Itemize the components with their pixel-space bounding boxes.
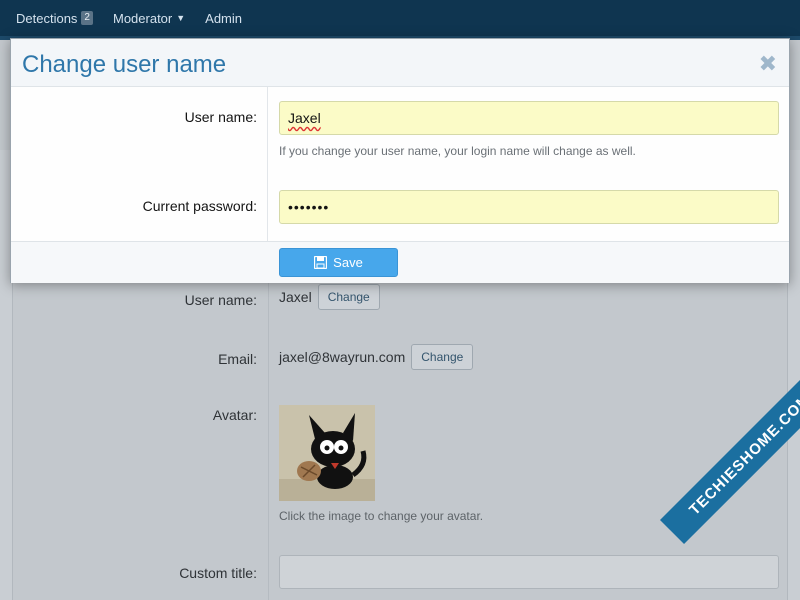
- username-hint: If you change your user name, your login…: [279, 144, 636, 158]
- dialog-footer: Save: [11, 241, 789, 283]
- bg-email-value-row: jaxel@8wayrun.com Change: [279, 344, 474, 370]
- custom-title-input[interactable]: [279, 555, 779, 589]
- dialog-header: Change user name ✖: [11, 39, 789, 87]
- detections-count-badge: 2: [81, 11, 93, 25]
- nav-admin[interactable]: Admin: [205, 11, 242, 26]
- form-column-divider: [267, 87, 268, 241]
- bg-email-value: jaxel@8wayrun.com: [279, 349, 406, 365]
- change-username-button[interactable]: Change: [317, 284, 380, 310]
- password-input-value: •••••••: [288, 199, 330, 215]
- bg-username-value-row: Jaxel Change: [279, 284, 380, 310]
- cat-avatar-icon: [279, 405, 375, 501]
- close-icon[interactable]: ✖: [759, 51, 777, 77]
- dialog-title: Change user name: [22, 51, 227, 78]
- nav-moderator[interactable]: Moderator ▼: [113, 11, 185, 26]
- bg-custom-title-label: Custom title:: [179, 565, 257, 581]
- bg-username-label: User name:: [184, 292, 257, 308]
- password-label: Current password:: [142, 198, 257, 214]
- dialog-form: User name: Jaxel If you change your user…: [11, 87, 789, 241]
- nav-moderator-label: Moderator: [112, 10, 173, 26]
- change-username-dialog: Change user name ✖ User name: Jaxel If y…: [10, 38, 790, 283]
- username-input-value: Jaxel: [288, 110, 321, 126]
- save-icon: [314, 256, 328, 269]
- bg-avatar-label: Avatar:: [212, 407, 257, 423]
- avatar-hint: Click the image to change your avatar.: [279, 509, 484, 523]
- nav-detections-label: Detections: [16, 10, 78, 26]
- save-label: Save: [333, 255, 363, 270]
- nav-detections[interactable]: Detections 2: [16, 11, 93, 26]
- username-label: User name:: [184, 109, 257, 125]
- bg-email-label: Email:: [218, 351, 257, 367]
- bg-username-value: Jaxel: [279, 289, 312, 305]
- top-nav: Detections 2 Moderator ▼ Admin: [0, 0, 800, 36]
- username-input[interactable]: Jaxel: [279, 101, 779, 135]
- save-button[interactable]: Save: [279, 248, 398, 277]
- current-password-input[interactable]: •••••••: [279, 190, 779, 224]
- caret-down-icon: ▼: [176, 13, 186, 23]
- change-email-button[interactable]: Change: [411, 344, 474, 370]
- avatar[interactable]: [279, 405, 375, 501]
- nav-admin-label: Admin: [205, 10, 243, 26]
